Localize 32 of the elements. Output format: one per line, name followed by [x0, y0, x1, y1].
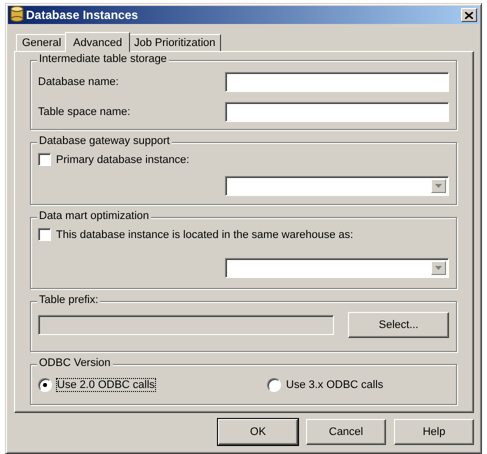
input-field[interactable] [225, 102, 449, 122]
close-button[interactable] [461, 8, 477, 22]
close-icon [465, 12, 473, 18]
group-title: Data mart optimization [37, 210, 152, 222]
dropdown-arrow-icon [435, 184, 442, 188]
input-field[interactable] [225, 72, 449, 92]
field-label: Database name: [38, 76, 120, 88]
checkbox[interactable] [38, 228, 51, 241]
tab[interactable]: Job Prioritization [128, 34, 222, 51]
dropdown[interactable] [225, 176, 449, 196]
dialog-button[interactable]: Help [394, 419, 474, 445]
group-title: Intermediate table storage [37, 53, 169, 65]
dialog-button[interactable]: Cancel [306, 419, 386, 445]
radio-option[interactable]: Use 3.x ODBC calls [267, 378, 384, 392]
database-icon [10, 6, 24, 22]
tab[interactable]: General [16, 34, 68, 51]
select-button[interactable]: Select... [348, 312, 449, 338]
group-title: Database gateway support [37, 135, 172, 147]
dropdown-arrow-icon [435, 266, 442, 270]
tab[interactable]: Advanced [65, 32, 130, 52]
dropdown[interactable] [225, 258, 449, 278]
radio-button[interactable] [38, 378, 52, 392]
window-title: Database Instances [26, 8, 140, 22]
group-title: ODBC Version [37, 357, 113, 369]
field-label: Table space name: [38, 106, 132, 118]
checkbox-label: This database instance is located in the same warehouse as: [56, 228, 354, 240]
radio-option[interactable]: Use 2.0 ODBC calls [38, 378, 267, 392]
checkbox-label: Primary database instance: [56, 154, 190, 166]
group-title: Table prefix: [37, 294, 100, 306]
checkbox[interactable] [38, 153, 51, 166]
dialog-button[interactable]: OK [218, 419, 298, 445]
radio-button[interactable] [267, 378, 281, 392]
